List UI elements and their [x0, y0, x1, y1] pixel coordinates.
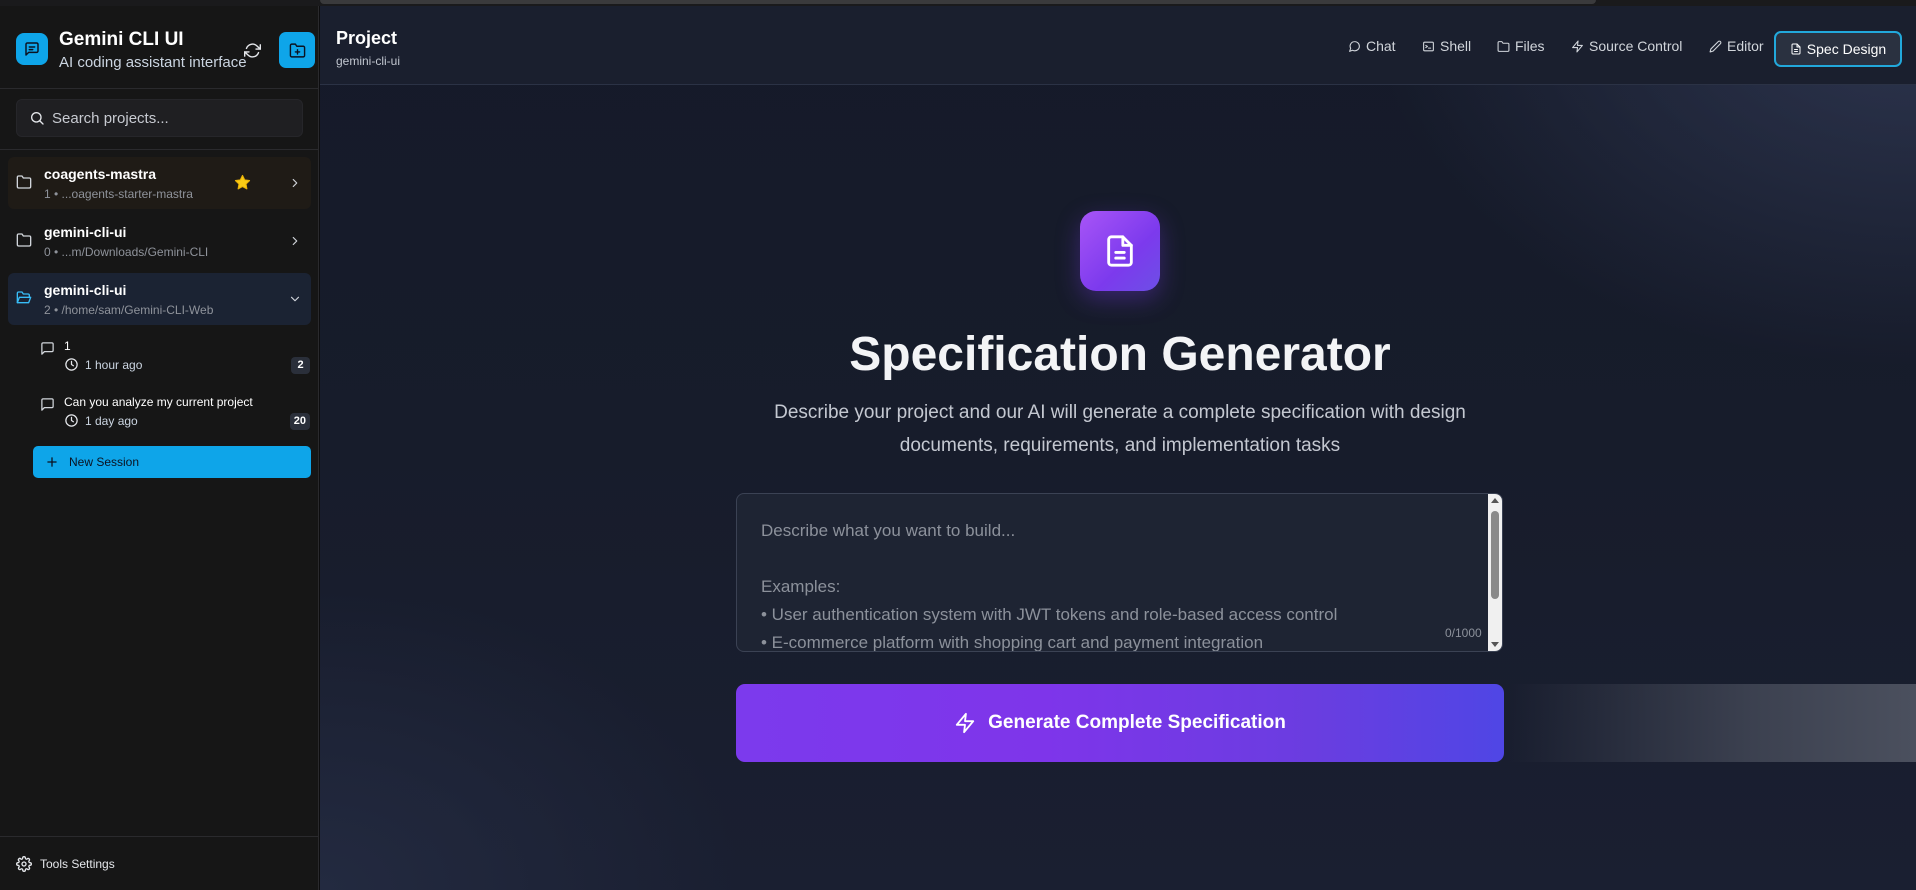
folder-plus-icon	[289, 42, 305, 58]
session-time: 1 day ago	[85, 414, 138, 428]
tab-label: Shell	[1440, 38, 1472, 54]
message-icon	[41, 342, 54, 355]
scrollbar-thumb[interactable]	[1491, 511, 1499, 599]
search-icon	[31, 112, 44, 125]
plus-icon	[47, 457, 57, 467]
generate-specification-button[interactable]: Generate Complete Specification	[736, 684, 1504, 762]
project-name: gemini-cli-ui	[44, 282, 127, 298]
project-item-gemini-cli-ui-active[interactable]: gemini-cli-ui 2 • /home/sam/Gemini-CLI-W…	[8, 273, 311, 325]
project-meta: 0 • ...m/Downloads/Gemini-CLI	[44, 245, 209, 259]
spec-description-textarea[interactable]	[737, 494, 1489, 651]
chat-icon	[1349, 40, 1360, 52]
search-box	[16, 99, 303, 137]
terminal-icon	[1423, 41, 1434, 51]
tab-label: Source Control	[1589, 38, 1683, 54]
scroll-up-arrow-icon[interactable]	[1491, 498, 1499, 503]
session-item[interactable]: 1 1 hour ago 2	[36, 336, 310, 386]
refresh-icon	[243, 42, 261, 58]
session-item[interactable]: Can you analyze my current project 1 day…	[36, 392, 310, 442]
sidebar-header: Gemini CLI UI AI coding assistant interf…	[0, 6, 318, 89]
app-subtitle: AI coding assistant interface	[59, 54, 247, 71]
clock-icon	[65, 358, 78, 371]
sidebar: Gemini CLI UI AI coding assistant interf…	[0, 6, 319, 890]
message-icon	[41, 398, 54, 411]
project-name: coagents-mastra	[44, 166, 157, 182]
hero-title: Specification Generator	[849, 328, 1391, 381]
textarea-scrollbar[interactable]	[1488, 494, 1502, 651]
session-title: 1	[64, 339, 71, 353]
pencil-icon	[1709, 40, 1722, 52]
tab-spec-design[interactable]: Spec Design	[1774, 31, 1902, 67]
project-meta: 2 • /home/sam/Gemini-CLI-Web	[44, 303, 214, 317]
new-session-button[interactable]: New Session	[33, 446, 311, 478]
folder-icon	[16, 233, 32, 247]
tab-shell[interactable]: Shell	[1422, 36, 1471, 56]
project-name: gemini-cli-ui	[44, 224, 127, 240]
chevron-down-icon	[290, 296, 300, 302]
generate-button-label: Generate Complete Specification	[988, 712, 1286, 733]
divider	[0, 149, 319, 150]
new-project-button[interactable]	[279, 32, 315, 68]
message-count-badge: 2	[291, 357, 310, 374]
main-panel: Project gemini-cli-ui Chat Shell Files S…	[320, 6, 1916, 890]
page-title: Project	[336, 28, 398, 48]
lightning-icon	[955, 712, 975, 734]
refresh-button[interactable]	[240, 38, 264, 62]
tab-source-control[interactable]: Source Control	[1571, 36, 1682, 56]
tab-chat[interactable]: Chat	[1348, 36, 1396, 56]
new-session-label: New Session	[69, 455, 140, 469]
top-bar: Project gemini-cli-ui Chat Shell Files S…	[320, 6, 1916, 85]
character-counter: 0/1000	[1445, 626, 1482, 640]
project-item-coagents-mastra[interactable]: coagents-mastra 1 • ...oagents-starter-m…	[8, 157, 311, 209]
project-meta: 1 • ...oagents-starter-mastra	[44, 187, 193, 201]
scroll-down-arrow-icon[interactable]	[1491, 642, 1499, 647]
message-count-badge: 20	[289, 413, 310, 430]
app-title: Gemini CLI UI	[59, 29, 184, 50]
chevron-right-icon	[292, 236, 298, 246]
window-scrollbar[interactable]	[320, 0, 1596, 4]
document-icon	[1791, 43, 1801, 55]
page-subtitle: gemini-cli-ui	[336, 54, 401, 68]
chevron-right-icon	[292, 178, 298, 188]
star-icon[interactable]	[234, 174, 251, 191]
tab-label: Chat	[1366, 38, 1396, 54]
spec-input-container	[736, 493, 1503, 652]
app-logo-icon	[16, 33, 48, 65]
gear-icon	[16, 856, 32, 872]
search-input[interactable]	[52, 100, 297, 136]
lightning-icon	[1572, 40, 1583, 52]
spec-document-icon	[1080, 211, 1160, 291]
decorative-glow	[1510, 684, 1916, 762]
session-time: 1 hour ago	[85, 358, 143, 372]
tab-editor[interactable]: Editor	[1709, 36, 1764, 56]
tab-label: Files	[1515, 38, 1545, 54]
session-title: Can you analyze my current project	[64, 395, 253, 409]
clock-icon	[65, 414, 78, 427]
divider	[0, 836, 319, 837]
tools-settings-label: Tools Settings	[40, 857, 115, 871]
hero-description: Describe your project and our AI will ge…	[774, 402, 1466, 456]
tab-label: Spec Design	[1806, 41, 1887, 57]
folder-icon	[1497, 40, 1510, 52]
folder-open-icon	[16, 291, 32, 304]
tab-label: Editor	[1727, 38, 1764, 54]
project-item-gemini-cli-ui[interactable]: gemini-cli-ui 0 • ...m/Downloads/Gemini-…	[8, 215, 311, 267]
tab-files[interactable]: Files	[1497, 36, 1545, 56]
folder-icon	[16, 175, 32, 189]
